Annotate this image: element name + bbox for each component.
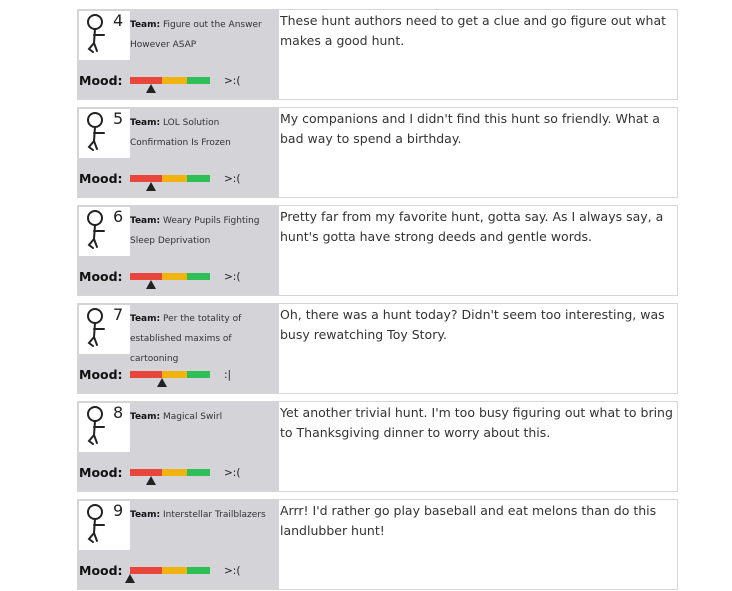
review-card: 7 Team: Per the totality of established m… [77,303,678,394]
review-card: 8 Team: Magical Swirl Mood: >:( Yet another … [77,401,678,492]
mood-label: Mood: [79,367,123,382]
mood-bad-segment [130,77,162,84]
stick-figure-avatar: 6 [79,207,130,256]
mood-pointer-icon [145,84,156,93]
mood-meter [130,371,210,387]
review-comment: Arrr! I'd rather go play baseball and ea… [280,503,657,538]
mood-meter [130,175,210,191]
mood-face: >:( [224,271,241,283]
mood-neutral-segment [162,371,187,378]
mood-neutral-segment [162,469,187,476]
team-info: Team: Figure out the Answer However ASAP [130,15,280,55]
team-prefix: Team: [130,118,161,128]
review-comment: Yet another trivial hunt. I'm too busy f… [280,405,673,440]
review-card: 5 Team: LOL Solution Confirmation Is Froz… [77,107,678,198]
mood-neutral-segment [162,567,187,574]
mood-good-segment [187,273,210,280]
stick-figure-avatar: 7 [79,305,130,354]
review-card: 4 Team: Figure out the Answer However ASA… [77,9,678,100]
mood-face: >:( [224,467,241,479]
mood-bad-segment [130,469,162,476]
reviewer-panel: 7 Team: Per the totality of established m… [78,304,279,393]
mood-neutral-segment [162,175,187,182]
puzzle-number: 7 [113,305,124,324]
team-prefix: Team: [130,412,161,422]
reviewer-panel: 9 Team: Interstellar Trailblazers Mood: >:( [78,500,279,589]
mood-face: >:( [224,173,241,185]
mood-pointer-icon [157,378,167,387]
mood-good-segment [187,175,210,182]
puzzle-number: 5 [113,109,124,128]
reviewer-panel: 4 Team: Figure out the Answer However ASA… [78,10,279,99]
review-comment: Oh, there was a hunt today? Didn't seem … [280,307,665,342]
reviewer-panel: 6 Team: Weary Pupils Fighting Sleep Depri… [78,206,279,295]
stick-figure-avatar: 9 [79,501,130,550]
puzzle-number: 4 [113,11,124,30]
team-info: Team: Weary Pupils Fighting Sleep Depriv… [130,211,280,251]
review-comment: Pretty far from my favorite hunt, gotta … [280,209,664,244]
reviewer-panel: 5 Team: LOL Solution Confirmation Is Froz… [78,108,279,197]
team-info: Team: Interstellar Trailblazers [130,505,280,525]
review-comment: These hunt authors need to get a clue an… [280,13,666,48]
mood-label: Mood: [79,269,123,284]
mood-bad-segment [130,371,162,378]
review-comment: My companions and I didn't find this hun… [280,111,660,146]
mood-bad-segment [130,273,162,280]
mood-good-segment [187,469,210,476]
mood-neutral-segment [162,273,187,280]
team-info: Team: Per the totality of established ma… [130,309,280,369]
mood-face: >:( [224,565,241,577]
mood-neutral-segment [162,77,187,84]
mood-meter [130,273,210,289]
team-name: Magical Swirl [162,412,223,422]
mood-label: Mood: [79,563,123,578]
team-prefix: Team: [130,314,161,324]
puzzle-number: 6 [113,207,124,226]
mood-meter [130,77,210,93]
team-prefix: Team: [130,510,161,520]
mood-meter [130,469,210,485]
mood-good-segment [187,77,210,84]
team-prefix: Team: [130,216,161,226]
review-card: 9 Team: Interstellar Trailblazers Mood: >:(… [77,499,678,590]
mood-meter [125,567,210,583]
stick-figure-avatar: 8 [79,403,130,452]
team-name: Interstellar Trailblazers [162,510,266,520]
review-card: 6 Team: Weary Pupils Fighting Sleep Depri… [77,205,678,296]
mood-pointer-icon [145,280,156,289]
puzzle-number: 9 [113,501,124,520]
puzzle-number: 8 [113,403,124,422]
reviewer-panel: 8 Team: Magical Swirl Mood: >:( [78,402,279,491]
mood-good-segment [187,371,210,378]
mood-pointer-icon [145,476,156,485]
mood-pointer-icon [145,182,156,191]
mood-face: :| [224,369,232,381]
mood-face: >:( [224,75,241,87]
mood-label: Mood: [79,73,123,88]
stick-figure-avatar: 5 [79,109,130,158]
team-info: Team: Magical Swirl [130,407,280,427]
mood-label: Mood: [79,171,123,186]
team-info: Team: LOL Solution Confirmation Is Froze… [130,113,280,153]
stick-figure-avatar: 4 [79,11,130,60]
mood-bad-segment [130,567,162,574]
mood-label: Mood: [79,465,123,480]
mood-pointer-icon [125,574,135,583]
mood-good-segment [187,567,210,574]
team-prefix: Team: [130,20,161,30]
mood-bad-segment [130,175,162,182]
